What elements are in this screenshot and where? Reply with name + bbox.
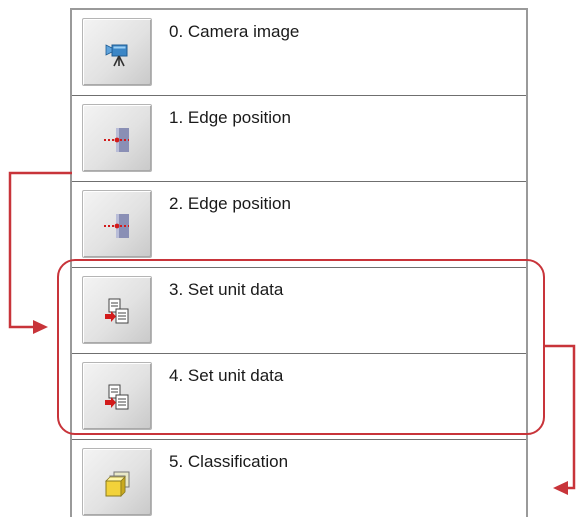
set-unit-data-icon <box>105 298 129 324</box>
jump-arrow-left <box>8 171 72 329</box>
list-item-classification[interactable]: 5. Classification <box>72 440 526 519</box>
item-label: 5. Classification <box>169 452 289 471</box>
camera-icon <box>105 44 128 67</box>
list-item-set-unit-data-3[interactable]: 3. Set unit data <box>72 268 526 354</box>
list-item-edge-position-2[interactable]: 2. Edge position <box>72 182 526 268</box>
list-item-set-unit-data-4[interactable]: 4. Set unit data <box>72 354 526 440</box>
item-label: 4. Set unit data <box>169 366 284 385</box>
set-unit-data-3-button[interactable] <box>82 276 152 344</box>
set-unit-data-4-button[interactable] <box>82 362 152 430</box>
arrow-head-right-icon <box>553 481 568 495</box>
list-item-edge-position-1[interactable]: 1. Edge position <box>72 96 526 182</box>
item-label: 0. Camera image <box>169 22 300 41</box>
item-label: 3. Set unit data <box>169 280 284 299</box>
camera-image-button[interactable] <box>82 18 152 86</box>
edge-position-2-button[interactable] <box>82 190 152 258</box>
classification-button[interactable] <box>82 448 152 516</box>
edge-position-icon <box>104 214 129 238</box>
list-item-camera-image[interactable]: 0. Camera image <box>72 10 526 96</box>
item-label: 2. Edge position <box>169 194 291 213</box>
arrow-head-left-icon <box>33 320 48 334</box>
edge-position-icon <box>104 128 129 152</box>
jump-arrow-right <box>545 344 576 490</box>
classification-icon <box>105 471 130 497</box>
processing-unit-list: 0. Camera image 1. Edge position 2. Edge… <box>70 8 528 519</box>
item-label: 1. Edge position <box>169 108 291 127</box>
set-unit-data-icon <box>105 384 129 410</box>
edge-position-1-button[interactable] <box>82 104 152 172</box>
